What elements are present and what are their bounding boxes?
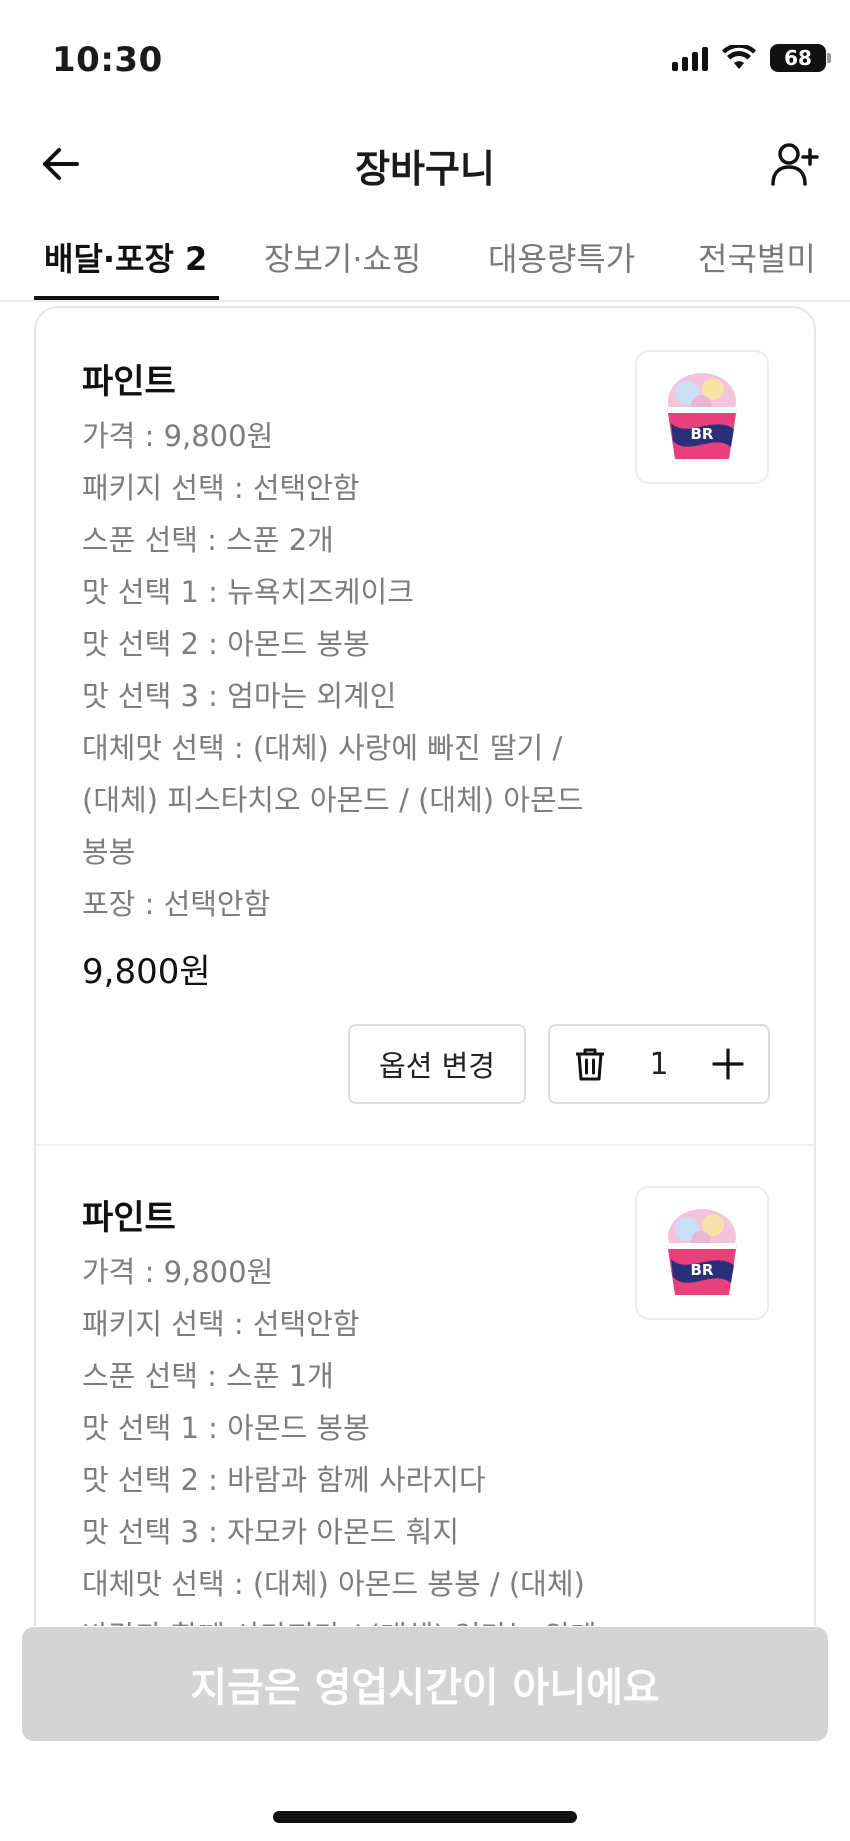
svg-text:BR: BR (691, 425, 714, 443)
item-option: 맛 선택 3 : 엄마는 외계인 (82, 679, 397, 713)
item-option: 스푼 선택 : 스푼 1개 (82, 1359, 334, 1393)
increase-quantity-button[interactable] (706, 1042, 750, 1086)
delete-button[interactable] (568, 1042, 612, 1086)
wifi-icon (722, 45, 756, 69)
quantity-value: 1 (649, 1046, 669, 1082)
plus-icon (712, 1048, 744, 1080)
tab-grocery-shopping[interactable]: 장보기·쇼핑 (264, 234, 421, 280)
status-time: 10:30 (52, 40, 163, 80)
item-option: 스푼 선택 : 스푼 2개 (82, 523, 334, 557)
item-option: 패키지 선택 : 선택안함 (82, 471, 360, 505)
cart-list: 파인트 가격 : 9,800원 패키지 선택 : 선택안함 스푼 선택 : 스푼… (0, 304, 850, 1626)
item-price: 9,800원 (82, 952, 211, 992)
svg-text:BR: BR (691, 1261, 714, 1279)
ice-cream-pint-image: BR (667, 373, 737, 459)
add-friend-button[interactable] (762, 134, 828, 194)
status-icons: 68 (672, 44, 831, 72)
item-name: 파인트 (82, 362, 176, 402)
category-tabs: 배달·포장 2 장보기·쇼핑 대용량특가 전국별미 (0, 224, 850, 302)
status-bar: 10:30 68 (0, 0, 850, 120)
item-option: 가격 : 9,800원 (82, 419, 274, 453)
quantity-stepper: 1 (548, 1024, 770, 1104)
trash-icon (576, 1048, 604, 1081)
tab-bulk-deals[interactable]: 대용량특가 (488, 234, 635, 280)
item-option: 대체맛 선택 : (대체) 사랑에 빠진 딸기 / (대체) 피스타치오 아몬드… (82, 731, 584, 869)
person-add-icon (771, 143, 819, 186)
item-option: 맛 선택 2 : 바람과 함께 사라지다 (82, 1463, 486, 1497)
page-title: 장바구니 (355, 147, 495, 191)
store-cart-card: 파인트 가격 : 9,800원 패키지 선택 : 선택안함 스푼 선택 : 스푼… (34, 306, 816, 1626)
item-option: 패키지 선택 : 선택안함 (82, 1307, 360, 1341)
item-option: 대체맛 선택 : (대체) 아몬드 봉봉 / (대체) 바람과 함께 사라지다 … (82, 1567, 597, 1626)
item-option: 맛 선택 1 : 아몬드 봉봉 (82, 1411, 370, 1445)
order-unavailable-button[interactable]: 지금은 영업시간이 아니에요 (22, 1627, 828, 1741)
option-change-button[interactable]: 옵션 변경 (348, 1024, 526, 1104)
battery-level: 68 (784, 46, 812, 70)
tab-delivery-pickup[interactable]: 배달·포장 2 (44, 234, 207, 280)
battery-icon: 68 (770, 44, 831, 72)
item-option: 포장 : 선택안함 (82, 887, 271, 921)
header: 장바구니 (0, 120, 850, 208)
item-option: 맛 선택 1 : 뉴욕치즈케이크 (82, 575, 414, 609)
home-indicator (273, 1811, 577, 1823)
ice-cream-pint-image: BR (667, 1209, 737, 1295)
item-thumbnail[interactable]: BR (635, 350, 769, 484)
item-thumbnail[interactable]: BR (635, 1186, 769, 1320)
item-name: 파인트 (82, 1198, 176, 1238)
item-option: 맛 선택 3 : 자모카 아몬드 훠지 (82, 1515, 460, 1549)
tab-regional-specialties[interactable]: 전국별미 (698, 234, 816, 280)
active-tab-indicator (34, 296, 219, 300)
item-option: 맛 선택 2 : 아몬드 봉봉 (82, 627, 370, 661)
cellular-signal-icon (672, 45, 708, 71)
item-option: 가격 : 9,800원 (82, 1255, 274, 1289)
item-divider (36, 1144, 814, 1146)
